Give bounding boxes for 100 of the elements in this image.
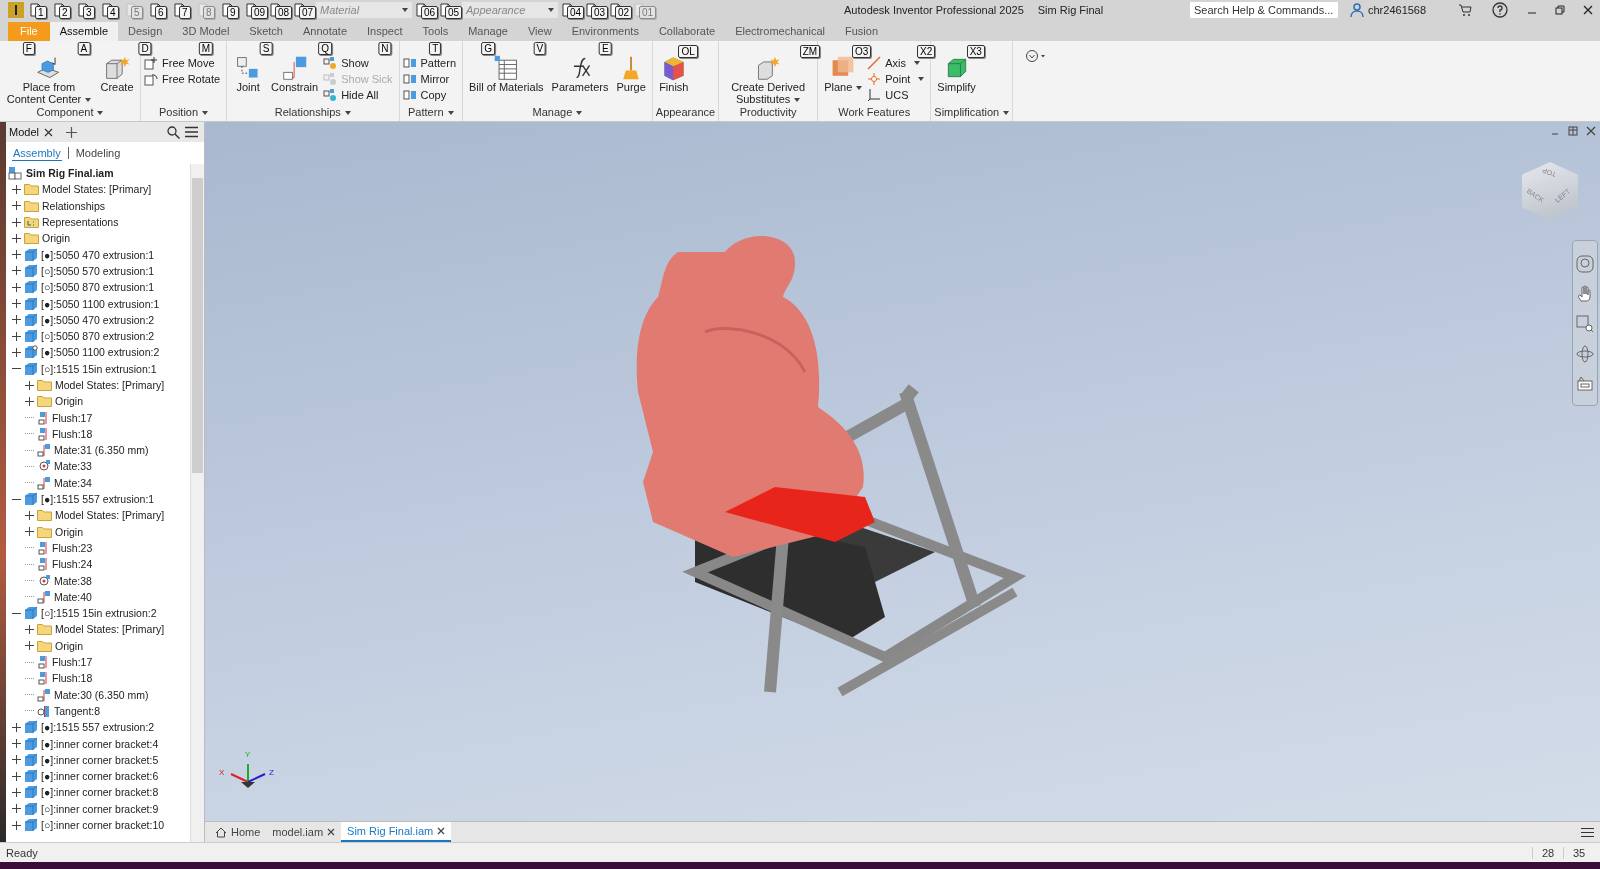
tree-item[interactable]: Origin [42, 232, 70, 245]
expand-icon[interactable] [12, 250, 21, 260]
ribbon-tab[interactable]: Annotate [293, 22, 358, 41]
tree-item[interactable]: Flush:24 [52, 558, 93, 571]
ribbon-button[interactable]: Free Move [144, 55, 218, 71]
tree-item[interactable]: Model States: [Primary] [42, 183, 152, 196]
expand-icon[interactable] [12, 755, 21, 765]
help-icon[interactable] [1492, 2, 1508, 18]
tree-item[interactable]: [○]:5050 870 extrusion:2 [41, 330, 155, 343]
tree-item[interactable]: Model States: [Primary] [55, 509, 165, 522]
tree-item[interactable]: [○]:5050 570 extrusion:1 [41, 264, 155, 277]
expand-icon[interactable] [12, 217, 21, 227]
panel-title[interactable]: Manage [466, 106, 649, 121]
expand-icon[interactable] [12, 331, 21, 341]
ribbon-tab[interactable]: Collaborate [648, 22, 726, 41]
close-icon[interactable] [43, 127, 53, 137]
document-tab[interactable]: model.iam [266, 822, 342, 842]
ribbon-button[interactable]: Pattern [402, 55, 459, 71]
expand-icon[interactable] [25, 527, 34, 537]
tree-item[interactable]: [○]:inner corner bracket:9 [41, 802, 159, 815]
expand-icon[interactable] [12, 347, 21, 357]
ribbon-button[interactable]: Place from Content Center [3, 55, 95, 105]
tree-item[interactable]: [○]:inner corner bracket:10 [41, 819, 165, 831]
tree-item[interactable]: Model States: [Primary] [55, 623, 165, 636]
ribbon-tab[interactable]: 3D Model [172, 22, 240, 41]
close-icon[interactable] [437, 827, 446, 835]
expand-icon[interactable] [25, 624, 34, 634]
tree-item[interactable]: Mate:31 (6.350 mm) [54, 444, 149, 457]
ribbon-tab[interactable]: View [517, 22, 562, 41]
tree-item[interactable]: Model States: [Primary] [55, 379, 165, 391]
tree-item[interactable]: [○]:1515 15in extrusion:2 [41, 607, 157, 620]
ribbon-button[interactable]: Bill of Materials [466, 55, 547, 93]
tree-item[interactable]: [●]:5050 470 extrusion:2 [41, 313, 155, 326]
tree-item[interactable]: Origin [55, 639, 83, 652]
document-tab[interactable]: Sim Rig Final.iam [341, 822, 452, 842]
tree-item[interactable]: [●]:5050 1100 extrusion:2 [41, 346, 160, 359]
panel-title[interactable]: Position [144, 106, 224, 121]
expand-icon[interactable] [12, 315, 21, 325]
ribbon-tab[interactable]: Design [118, 22, 173, 41]
ribbon-tab[interactable]: Fusion [835, 22, 889, 41]
tree-item[interactable]: [○]:1515 15in extrusion:1 [41, 362, 157, 375]
ribbon-button[interactable]: Create Derived Substitutes [722, 55, 815, 105]
ribbon-tab[interactable]: Tools [412, 22, 459, 41]
panel-title[interactable]: Pattern [402, 106, 459, 121]
tree-item[interactable]: [●]:5050 470 extrusion:1 [41, 248, 155, 261]
ribbon-button[interactable]: Parameters [548, 55, 612, 93]
ribbon-button[interactable]: Create [97, 55, 137, 93]
tree-item[interactable]: Flush:17 [52, 656, 93, 669]
ribbon-button[interactable]: Mirror [402, 71, 453, 87]
orbit-icon[interactable] [1576, 345, 1594, 363]
ribbon-button[interactable]: Show [323, 55, 372, 71]
tree-item[interactable]: Origin [55, 525, 83, 538]
ribbon-tab[interactable]: Electromechanical [725, 22, 836, 41]
tree-item[interactable]: [●]:inner corner bracket:6 [41, 770, 159, 783]
expand-icon[interactable] [12, 184, 21, 194]
menu-icon[interactable] [1581, 826, 1594, 838]
expand-icon[interactable] [25, 396, 34, 406]
tree-item[interactable]: Flush:18 [52, 427, 93, 440]
expand-icon[interactable] [12, 771, 21, 781]
menu-icon[interactable] [185, 126, 198, 138]
ribbon-button[interactable]: Copy [402, 87, 450, 103]
tree-item[interactable]: Mate:40 [54, 590, 92, 603]
tree-item[interactable]: [○]:5050 870 extrusion:1 [41, 281, 155, 294]
ribbon-tab[interactable]: Manage [458, 22, 518, 41]
steering-wheel-icon[interactable] [1576, 255, 1594, 273]
ribbon-button[interactable]: Joint [230, 55, 267, 93]
ribbon-button[interactable]: Hide All [323, 87, 382, 103]
tree-item[interactable]: [●]:5050 1100 extrusion:1 [41, 297, 160, 310]
tree-item[interactable]: Mate:34 [54, 476, 92, 489]
ribbon-button[interactable]: UCS [867, 87, 912, 103]
ribbon-button[interactable]: Plane [821, 55, 866, 93]
tree-item[interactable]: [●]:1515 557 extrusion:2 [41, 721, 155, 734]
user-icon[interactable] [1350, 3, 1364, 17]
ribbon-button[interactable]: Simplify [934, 55, 979, 93]
browser-tab[interactable]: Model [9, 126, 39, 138]
ribbon-tab[interactable]: Environments [561, 22, 649, 41]
look-at-icon[interactable] [1576, 375, 1594, 393]
mode-tab[interactable]: Modeling [74, 146, 122, 160]
close-icon[interactable] [1583, 5, 1593, 15]
expand-icon[interactable] [25, 641, 34, 651]
mode-tab[interactable]: Assembly [12, 145, 62, 161]
tree-item[interactable]: Mate:38 [54, 574, 92, 587]
tree-item[interactable]: Mate:30 (6.350 mm) [54, 688, 149, 701]
ribbon-tab[interactable]: Inspect [357, 22, 413, 41]
expand-icon[interactable] [12, 201, 21, 211]
tree-item[interactable]: Flush:18 [52, 672, 93, 685]
tree-root-item[interactable]: Sim Rig Final.iam [26, 167, 114, 180]
search-field[interactable]: Search Help & Commands... [1190, 2, 1338, 18]
ribbon-button[interactable]: Free Rotate [144, 71, 224, 87]
ribbon-button[interactable]: Purge [613, 55, 649, 93]
tree-item[interactable]: Tangent:8 [54, 704, 101, 717]
expand-icon[interactable] [12, 299, 21, 308]
scrollbar[interactable] [190, 164, 204, 842]
expand-icon[interactable] [12, 739, 21, 749]
restore-icon[interactable] [1555, 5, 1565, 15]
tree-item[interactable]: Flush:17 [52, 411, 93, 424]
ribbon-button[interactable]: Point [867, 71, 928, 87]
tree-item[interactable]: Relationships [42, 199, 106, 212]
ribbon-button[interactable]: Constrain [268, 55, 322, 93]
expand-icon[interactable] [12, 233, 21, 243]
